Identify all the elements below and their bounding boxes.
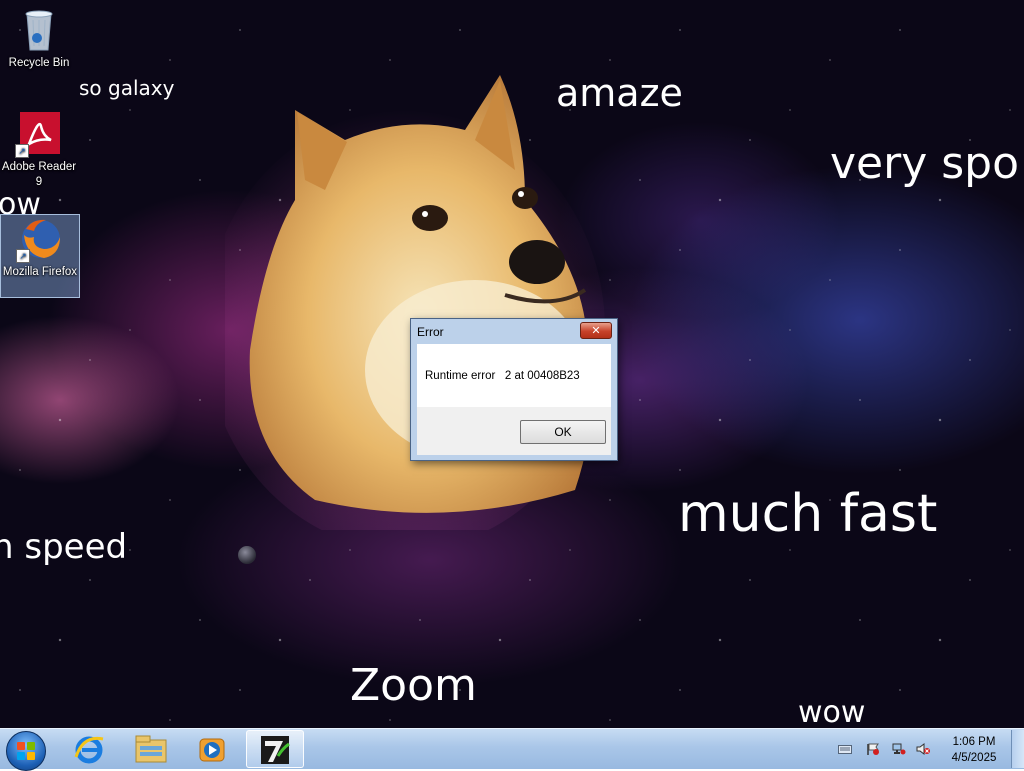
wallpaper-text-amaze: amaze bbox=[556, 71, 683, 115]
wallpaper-text-much-fast: much fast bbox=[678, 484, 938, 544]
adobe-reader-icon: ↗ bbox=[15, 110, 63, 158]
taskbar-internet-explorer[interactable] bbox=[60, 730, 118, 768]
desktop[interactable]: so galaxy amaze very spo ow n speed much… bbox=[0, 0, 1024, 728]
planet bbox=[238, 546, 256, 564]
wallpaper-text-n-speed: n speed bbox=[0, 527, 128, 567]
windows-logo-icon bbox=[17, 742, 35, 760]
wallpaper-text-wow: wow bbox=[798, 695, 866, 728]
taskbar-windows-media-player[interactable] bbox=[184, 730, 242, 768]
error-dialog[interactable]: Error ✕ Runtime error 2 at 00408B23 OK bbox=[410, 318, 618, 461]
action-center-flag-icon[interactable] bbox=[866, 743, 880, 755]
start-button[interactable] bbox=[6, 731, 46, 771]
7-zip-app-icon bbox=[261, 736, 290, 764]
internet-explorer-icon bbox=[74, 736, 104, 764]
desktop-icon-recycle-bin[interactable]: Recycle Bin bbox=[0, 6, 78, 71]
ok-button[interactable]: OK bbox=[520, 420, 606, 444]
close-button[interactable]: ✕ bbox=[580, 322, 612, 339]
network-icon[interactable] bbox=[892, 743, 906, 755]
dialog-title: Error bbox=[417, 325, 444, 339]
wallpaper-text-so-galaxy: so galaxy bbox=[79, 76, 175, 100]
desktop-icon-label: Adobe Reader 9 bbox=[1, 161, 77, 188]
dialog-body: Runtime error 2 at 00408B23 bbox=[417, 344, 611, 407]
doge-image bbox=[225, 75, 605, 530]
windows-explorer-icon bbox=[135, 735, 167, 763]
desktop-icon-adobe-reader[interactable]: ↗ Adobe Reader 9 bbox=[0, 110, 78, 190]
keyboard-icon[interactable] bbox=[838, 743, 852, 755]
windows-media-player-icon bbox=[199, 738, 225, 762]
wallpaper-text-very-spo: very spo bbox=[830, 138, 1019, 189]
show-desktop-button[interactable] bbox=[1011, 730, 1024, 768]
shortcut-arrow-icon: ↗ bbox=[16, 249, 30, 263]
clock-date: 4/5/2025 bbox=[951, 752, 997, 764]
taskbar: 1:06 PM 4/5/2025 bbox=[0, 728, 1024, 771]
error-message: Runtime error 2 at 00408B23 bbox=[425, 370, 580, 382]
firefox-icon: ↗ bbox=[16, 215, 64, 263]
desktop-icon-firefox[interactable]: ↗ Mozilla Firefox bbox=[0, 214, 80, 298]
clock-time: 1:06 PM bbox=[952, 736, 996, 748]
desktop-icon-label: Mozilla Firefox bbox=[2, 266, 78, 278]
volume-muted-icon[interactable] bbox=[916, 743, 930, 755]
taskbar-windows-explorer[interactable] bbox=[122, 730, 180, 768]
shortcut-arrow-icon: ↗ bbox=[15, 144, 29, 158]
system-clock[interactable]: 1:06 PM 4/5/2025 bbox=[944, 734, 1004, 766]
close-icon: ✕ bbox=[591, 324, 601, 337]
wallpaper-text-zoom: Zoom bbox=[350, 660, 477, 711]
desktop-icon-label: Recycle Bin bbox=[8, 57, 70, 69]
recycle-bin-icon bbox=[15, 6, 63, 54]
dialog-footer: OK bbox=[417, 407, 611, 455]
taskbar-7-zip[interactable] bbox=[246, 730, 304, 768]
